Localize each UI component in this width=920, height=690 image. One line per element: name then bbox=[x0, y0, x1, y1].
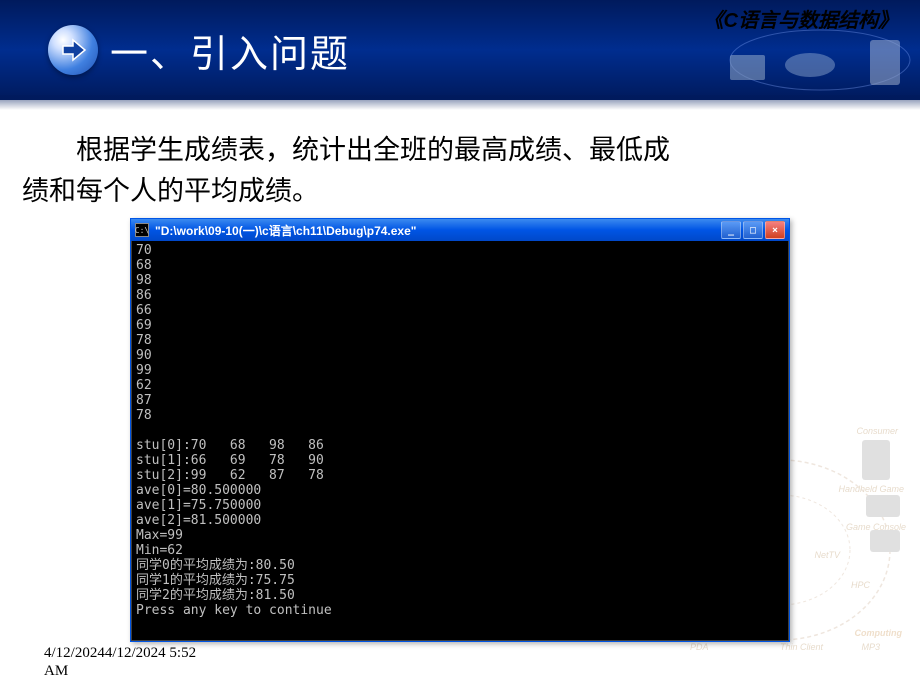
bg-label-nettv: NetTV bbox=[814, 550, 840, 560]
bg-label-consumer: Consumer bbox=[856, 426, 898, 436]
problem-description: 根据学生成绩表，统计出全班的最高成绩、最低成 绩和每个人的平均成绩。 bbox=[22, 130, 898, 211]
console-titlebar[interactable]: C:\ "D:\work\09-10(一)\c语言\ch11\Debug\p74… bbox=[131, 219, 789, 241]
bg-label-handheld: Handheld Game bbox=[838, 484, 904, 494]
bg-label-hpc: HPC bbox=[851, 580, 870, 590]
bg-label-pda: PDA bbox=[690, 642, 709, 652]
minimize-button[interactable]: _ bbox=[721, 221, 741, 239]
slide-title: 一、引入问题 bbox=[110, 23, 350, 78]
footer-line-2: AM bbox=[44, 663, 68, 679]
slide-body: 根据学生成绩表，统计出全班的最高成绩、最低成 绩和每个人的平均成绩。 bbox=[0, 100, 920, 211]
bg-label-thinclient: Thin Client bbox=[780, 642, 823, 652]
bg-label-mp3: MP3 bbox=[861, 642, 880, 652]
arrow-icon bbox=[48, 25, 98, 75]
console-window: C:\ "D:\work\09-10(一)\c语言\ch11\Debug\p74… bbox=[130, 218, 790, 642]
bg-label-computing: Computing bbox=[855, 628, 903, 638]
cmd-icon: C:\ bbox=[135, 223, 149, 237]
description-line-1: 根据学生成绩表，统计出全班的最高成绩、最低成 bbox=[76, 135, 670, 165]
console-title-text: "D:\work\09-10(一)\c语言\ch11\Debug\p74.exe… bbox=[155, 222, 721, 239]
bg-label-gameconsole: Game Console bbox=[846, 522, 906, 532]
console-output: 70 68 98 86 66 69 78 90 99 62 87 78 stu[… bbox=[131, 241, 789, 641]
maximize-button[interactable]: □ bbox=[743, 221, 763, 239]
course-title-tag: 《C语言与数据结构》 bbox=[704, 4, 898, 33]
footer-line-1: 4/12/20244/12/2024 5:52 bbox=[44, 645, 196, 661]
slide-footer-date: 4/12/20244/12/2024 5:52 AM bbox=[44, 644, 196, 680]
window-buttons: _ □ × bbox=[721, 221, 785, 239]
description-line-2: 绩和每个人的平均成绩。 bbox=[22, 171, 898, 212]
close-button[interactable]: × bbox=[765, 221, 785, 239]
